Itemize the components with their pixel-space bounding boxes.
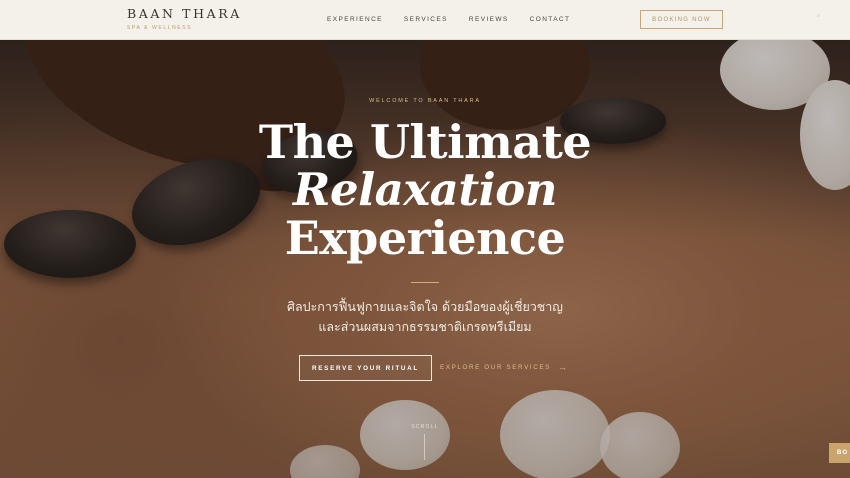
explore-services-label: EXPLORE OUR SERVICES xyxy=(440,364,551,371)
brand-tagline: SPA & WELLNESS xyxy=(127,25,193,31)
nav-item-experience[interactable]: EXPERIENCE xyxy=(327,16,383,23)
hero-eyebrow: WELCOME TO BAAN THARA xyxy=(369,98,481,104)
explore-services-link[interactable]: EXPLORE OUR SERVICES → xyxy=(440,363,569,372)
nav-item-contact[interactable]: CONTACT xyxy=(530,16,571,23)
floating-booking-button[interactable]: BO xyxy=(829,443,850,463)
site-header: BAAN THARA SPA & WELLNESS EXPERIENCE SER… xyxy=(0,0,850,40)
scroll-indicator-label[interactable]: SCROLL xyxy=(405,424,445,430)
subtitle-line-2: และส่วนผสมจากธรรมชาติเกรดพรีเมียม xyxy=(318,319,532,334)
headline-line-3: Experience xyxy=(284,211,566,265)
nav-item-services[interactable]: SERVICES xyxy=(404,16,448,23)
headline-line-2: Relaxation xyxy=(293,163,557,216)
brand-logo[interactable]: BAAN THARA SPA & WELLNESS xyxy=(127,6,242,31)
hero-subtitle: ศิลปะการฟื้นฟูกายและจิตใจ ด้วยมือของผู้เ… xyxy=(0,297,850,337)
reserve-ritual-button[interactable]: RESERVE YOUR RITUAL xyxy=(299,355,432,381)
scroll-indicator-line xyxy=(424,434,425,460)
subtitle-line-1: ศิลปะการฟื้นฟูกายและจิตใจ ด้วยมือของผู้เ… xyxy=(287,299,563,314)
brand-name: BAAN THARA xyxy=(127,6,242,21)
header-edge-mark xyxy=(817,14,820,17)
nav-item-reviews[interactable]: REVIEWS xyxy=(469,16,509,23)
booking-now-button[interactable]: BOOKING NOW xyxy=(640,10,723,29)
gold-divider xyxy=(411,282,439,283)
hero-headline: The Ultimate Relaxation Experience xyxy=(0,118,850,262)
main-nav: EXPERIENCE SERVICES REVIEWS CONTACT xyxy=(327,16,570,23)
arrow-right-icon: → xyxy=(557,362,569,372)
headline-line-1: The Ultimate xyxy=(258,115,592,169)
